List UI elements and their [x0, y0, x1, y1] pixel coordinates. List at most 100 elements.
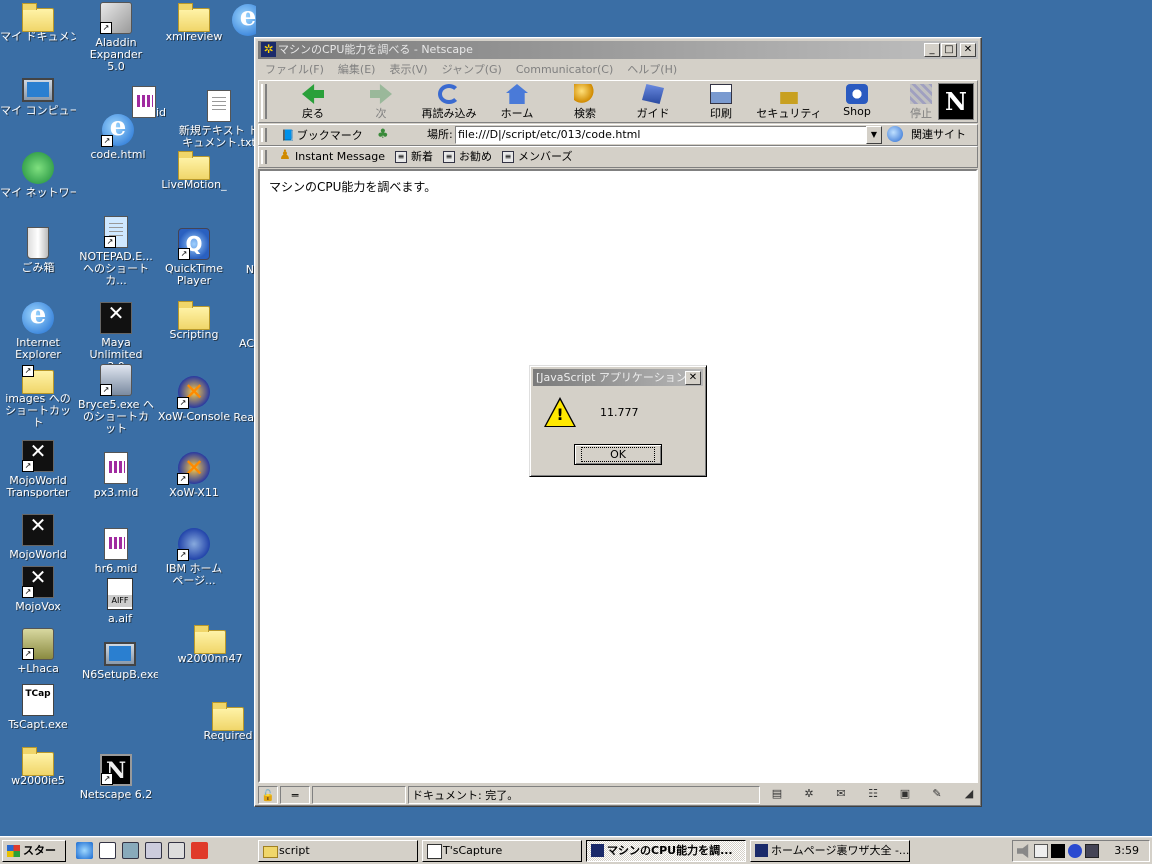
folder-icon	[178, 301, 210, 330]
desktop-icon-lhaca[interactable]: +Lhaca	[0, 628, 76, 675]
desktop-icon-ibm[interactable]: IBM ホームページ...	[156, 528, 232, 587]
desktop-icon-my-documents[interactable]: マイ ドキュメント	[0, 3, 76, 43]
minimize-button[interactable]: _	[924, 43, 940, 57]
desktop-icon-xow-x11[interactable]: XoW-X11	[156, 452, 232, 499]
menu-edit[interactable]: 編集(E)	[331, 61, 383, 78]
new-button[interactable]: ≡ 新着	[395, 147, 433, 167]
close-button[interactable]: ✕	[960, 43, 976, 57]
resize-grip-icon[interactable]: ◢	[960, 787, 978, 801]
desktop-icon-maya[interactable]: Maya Unlimited 3.0	[78, 302, 154, 373]
dialog-close-button[interactable]: ✕	[685, 371, 701, 385]
desktop-icon-w2000ie5[interactable]: w2000ie5	[0, 747, 76, 787]
window-titlebar[interactable]: ✲ マシンのCPU能力を調べる - Netscape _ □ ✕	[258, 41, 978, 59]
related-sites-button[interactable]: 関連サイト	[911, 125, 966, 145]
members-button[interactable]: ≡ メンバーズ	[502, 147, 572, 167]
desktop-icon-mojoworld[interactable]: MojoWorld	[0, 514, 76, 561]
desktop-icon-images-shortcut[interactable]: images へのショートカット	[0, 365, 76, 429]
desktop-icon-partial-ac[interactable]: AC	[232, 338, 254, 350]
ime-icon[interactable]	[1034, 844, 1048, 858]
menu-file[interactable]: ファイル(F)	[258, 61, 331, 78]
netscape-icon[interactable]: ✲	[800, 787, 818, 801]
home-button[interactable]: ホーム	[483, 83, 551, 121]
acrobat-quicklaunch-icon[interactable]	[191, 842, 208, 859]
desktop-icon-code-html[interactable]: code.html	[80, 112, 156, 161]
desktop-icon-notepad[interactable]: NOTEPAD.E... へのショートカ...	[78, 216, 154, 287]
desktop-icon-a-aif[interactable]: a.aif	[82, 578, 158, 625]
security-button[interactable]: セキュリティ	[755, 83, 823, 121]
desktop-icon-tscapt[interactable]: TsCapt.exe	[0, 684, 76, 731]
url-input[interactable]: file:///D|/script/etc/013/code.html	[455, 126, 867, 144]
related-sites-icon[interactable]	[887, 126, 903, 142]
desktop-icon-scripting[interactable]: Scripting	[156, 301, 232, 341]
newsgroups-icon[interactable]: ☷	[864, 787, 882, 801]
desktop-quicklaunch-icon[interactable]	[122, 842, 139, 859]
app-quicklaunch-icon[interactable]	[168, 842, 185, 859]
start-button[interactable]: スタート	[2, 840, 66, 862]
desktop-icon-netscape62[interactable]: Netscape 6.2	[78, 754, 154, 801]
task-netscape-active[interactable]: マシンのCPU能力を調...	[586, 840, 746, 862]
desktop-icon-internet-explorer[interactable]: Internet Explorer	[0, 300, 76, 361]
desktop-icon-livemotion[interactable]: LiveMotion_	[156, 151, 232, 191]
desktop-icon-xmlreview[interactable]: xmlreview	[156, 3, 232, 43]
printer-tray-icon[interactable]	[1085, 844, 1099, 858]
desktop-icon-n6setupb[interactable]: N6SetupB.exe	[82, 642, 158, 681]
recommended-button[interactable]: ≡ お勧め	[443, 147, 492, 167]
netscape-tray-icon[interactable]	[1051, 844, 1065, 858]
quicktime-quicklaunch-icon[interactable]	[145, 842, 162, 859]
desktop-icon-partial-n[interactable]: N	[232, 264, 254, 276]
menu-view[interactable]: 表示(V)	[382, 61, 434, 78]
page-proxy-icon[interactable]: ♣	[377, 125, 389, 145]
task-tscapture[interactable]: T'sCapture	[422, 840, 582, 862]
desktop-icon-recycle-bin[interactable]: ごみ箱	[0, 227, 76, 274]
desktop-icon-code-html-partial[interactable]	[232, 4, 256, 39]
guide-button[interactable]: ガイド	[619, 83, 687, 121]
desktop-icon-new-text[interactable]: 新規テキスト ドキュメント.txt	[178, 90, 260, 149]
menu-go[interactable]: ジャンプ(G)	[435, 61, 509, 78]
location-grip[interactable]	[261, 128, 267, 142]
print-button[interactable]: 印刷	[687, 83, 755, 121]
desktop-icon-my-computer[interactable]: マイ コンピュータ	[0, 78, 76, 117]
reload-button[interactable]: 再読み込み	[415, 83, 483, 121]
desktop-icon-partial-rea[interactable]: Rea	[232, 412, 254, 424]
desktop-icon-my-network[interactable]: マイ ネットワーク	[0, 152, 76, 199]
desktop-icon-mojoworld-transporter[interactable]: MojoWorld Transporter	[0, 440, 76, 499]
outlook-quicklaunch-icon[interactable]	[99, 842, 116, 859]
shop-button[interactable]: Shop	[823, 83, 891, 121]
ok-button[interactable]: OK	[574, 444, 662, 465]
back-button[interactable]: 戻る	[279, 83, 347, 121]
navigator-icon[interactable]: ▤	[768, 787, 786, 801]
task-netscape-2[interactable]: ホームページ裏ワザ大全 -...	[750, 840, 910, 862]
personal-grip[interactable]	[261, 150, 267, 164]
volume-icon[interactable]	[1017, 844, 1029, 858]
menu-communicator[interactable]: Communicator(C)	[509, 61, 620, 78]
window-title: マシンのCPU能力を調べる - Netscape	[278, 43, 473, 56]
desktop-icon-w2000nn47[interactable]: w2000nn47	[172, 625, 248, 665]
desktop-icon-mojovox[interactable]: MojoVox	[0, 566, 76, 613]
desktop-icon-xow-console[interactable]: XoW-Console	[156, 376, 232, 423]
desktop-icon-px3-mid[interactable]: px3.mid	[78, 452, 154, 499]
mail-icon[interactable]: ✉	[832, 787, 850, 801]
url-dropdown-button[interactable]: ▼	[866, 126, 882, 144]
task-script[interactable]: script	[258, 840, 418, 862]
ie-quicklaunch-icon[interactable]	[76, 842, 93, 859]
bookmarks-button[interactable]: ブックマーク	[281, 126, 363, 146]
desktop-icon-hr6-mid[interactable]: hr6.mid	[78, 528, 154, 575]
composer-icon[interactable]: ✎	[928, 787, 946, 801]
toolbar-grip[interactable]	[261, 84, 267, 119]
ie-html-icon	[232, 4, 256, 36]
connection-icon[interactable]: ═	[280, 786, 310, 804]
maximize-button[interactable]: □	[941, 43, 957, 57]
desktop-icon-bryce[interactable]: Bryce5.exe へのショートカット	[78, 364, 154, 435]
netscape-logo[interactable]: N	[938, 83, 974, 120]
desktop-icon-aladdin[interactable]: Aladdin Expander 5.0	[78, 2, 154, 73]
dialog-titlebar[interactable]: [JavaScript アプリケーション] ✕	[533, 369, 703, 386]
search-button[interactable]: 検索	[551, 83, 619, 121]
forward-button[interactable]: 次	[347, 83, 415, 121]
instant-message-button[interactable]: ♟ Instant Message	[279, 147, 385, 167]
menu-help[interactable]: ヘルプ(H)	[620, 61, 684, 78]
address-book-icon[interactable]: ▣	[896, 787, 914, 801]
desktop-icon-quicktime[interactable]: QuickTime Player	[156, 228, 232, 287]
security-lock-icon[interactable]: 🔓	[258, 786, 278, 804]
messenger-tray-icon[interactable]	[1068, 844, 1082, 858]
clock[interactable]: 3:59	[1114, 841, 1139, 861]
